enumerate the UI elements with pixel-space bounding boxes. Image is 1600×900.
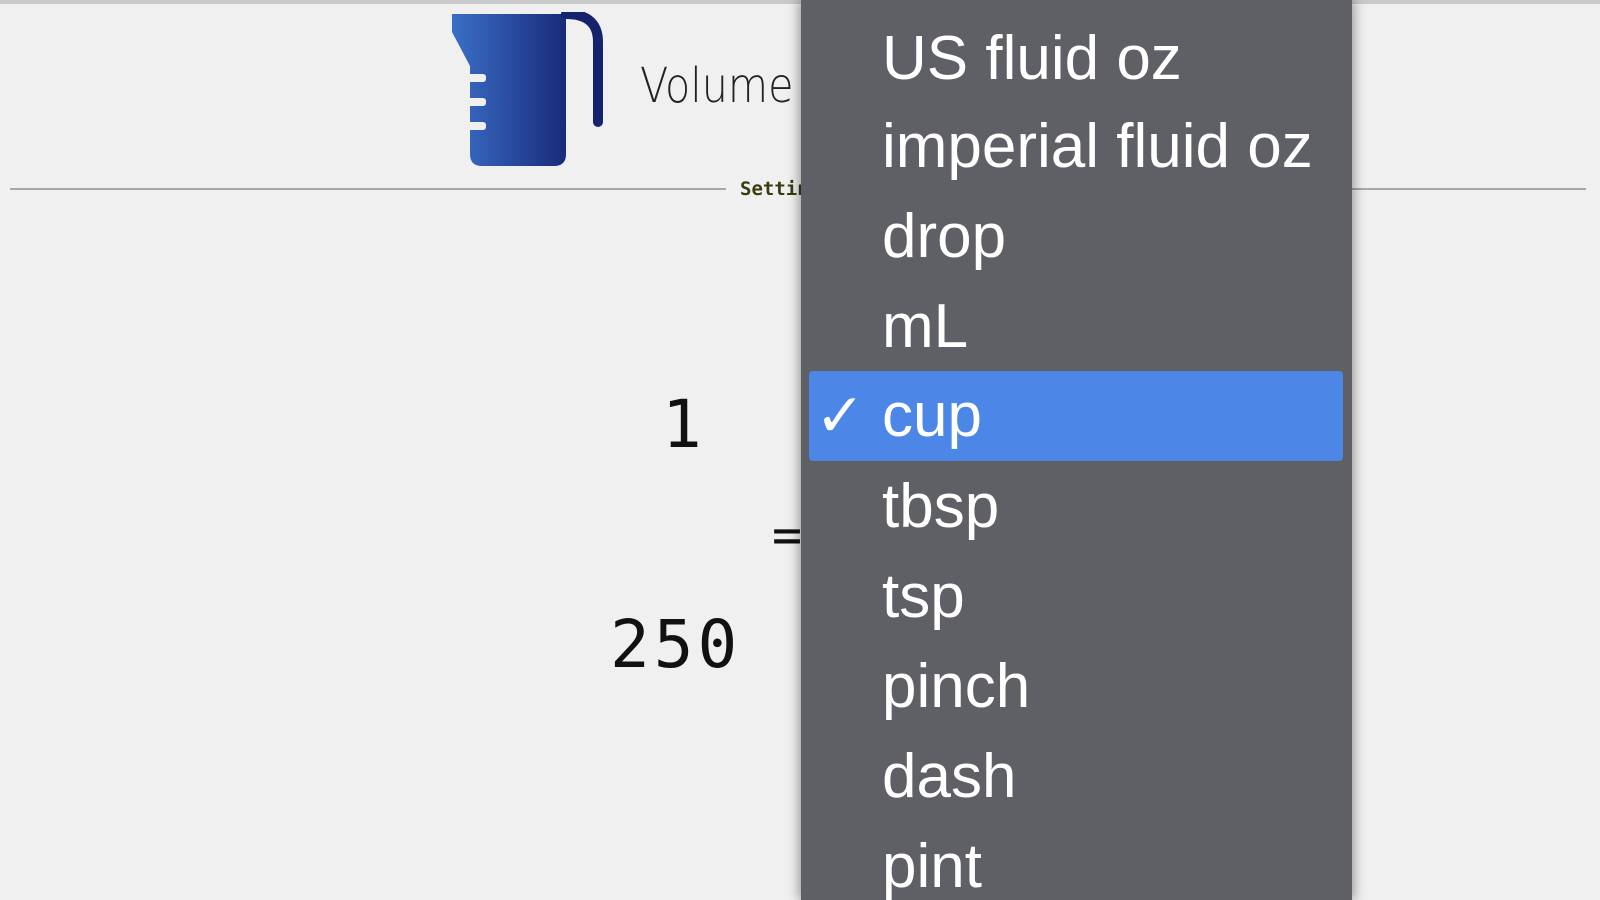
from-value-input[interactable]: 1 [662, 386, 706, 463]
menu-item-tsp[interactable]: tsp [809, 552, 1343, 642]
window-top-edge [0, 0, 1600, 4]
menu-item-label: drop [882, 202, 1007, 271]
menu-item-label: pinch [882, 652, 1031, 721]
settings-link[interactable]: Settings [740, 178, 802, 200]
menu-item-cup[interactable]: ✓ cup [809, 371, 1343, 461]
header-divider-left [10, 188, 726, 190]
measuring-cup-icon [452, 12, 603, 166]
menu-item-label: tsp [882, 562, 965, 631]
menu-item-label: mL [882, 292, 969, 361]
checkmark-icon: ✓ [815, 382, 866, 449]
menu-item-pint[interactable]: pint [809, 822, 1343, 900]
menu-item-label: tbsp [882, 472, 1000, 541]
menu-item-label: dash [882, 742, 1017, 811]
to-value-output: 250 [610, 606, 742, 683]
menu-item-label: US fluid oz [882, 24, 1182, 93]
header-divider-right [1350, 188, 1586, 190]
menu-item-us-fluid-oz[interactable]: US fluid oz [809, 14, 1343, 104]
menu-item-label: cup [882, 381, 982, 450]
unit-dropdown-menu[interactable]: US fluid oz imperial fluid oz drop mL ✓ … [801, 0, 1352, 900]
menu-item-pinch[interactable]: pinch [809, 642, 1343, 732]
menu-item-label: imperial fluid oz [882, 112, 1313, 181]
menu-item-imperial-fluid-oz[interactable]: imperial fluid oz [809, 102, 1343, 192]
menu-item-drop[interactable]: drop [809, 192, 1343, 282]
app-title: Volume [640, 58, 794, 114]
menu-item-tbsp[interactable]: tbsp [809, 462, 1343, 552]
menu-item-ml[interactable]: mL [809, 282, 1343, 372]
menu-item-label: pint [882, 832, 982, 900]
equals-sign: = [772, 506, 803, 564]
menu-item-dash[interactable]: dash [809, 732, 1343, 822]
